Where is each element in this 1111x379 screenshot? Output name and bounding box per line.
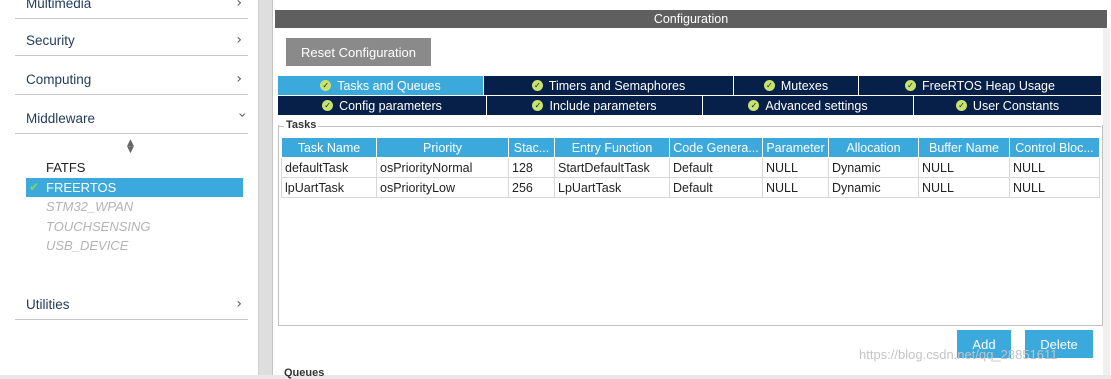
chevron-right-icon: › (236, 32, 242, 48)
tab-row-2: ✓ Config parameters ✓ Include parameters… (278, 96, 1102, 115)
watermark-text: https://blog.csdn.net/qq_28851611 (859, 347, 1058, 362)
column-header[interactable]: Stac... (508, 137, 555, 158)
tab-advanced-settings[interactable]: ✓ Advanced settings (703, 96, 914, 115)
tab-row-1: ✓ Tasks and Queues ✓ Timers and Semaphor… (278, 76, 1102, 95)
configuration-header: Configuration (275, 10, 1107, 28)
table-cell: NULL (1009, 177, 1100, 198)
middleware-item-label: USB_DEVICE (46, 238, 129, 253)
chevron-right-icon: › (236, 71, 242, 87)
vertical-scrollbar[interactable] (1103, 28, 1110, 375)
chevron-right-icon: › (236, 0, 242, 11)
table-cell: NULL (1009, 157, 1100, 178)
table-cell: lpUartTask (281, 177, 377, 198)
tab-label: Timers and Semaphores (548, 78, 686, 93)
check-circle-icon: ✓ (531, 80, 543, 91)
table-cell: defaultTask (281, 157, 377, 178)
tasks-group-title: Tasks (284, 119, 319, 131)
check-circle-icon: ✓ (748, 100, 760, 111)
column-header[interactable]: Control Bloc... (1009, 137, 1100, 158)
column-header[interactable]: Allocation (828, 137, 919, 158)
category-label: Middleware (26, 110, 96, 126)
tab-label: Tasks and Queues (337, 78, 441, 93)
table-cell: osPriorityLow (376, 177, 509, 198)
table-row[interactable]: lpUartTask osPriorityLow 256 LpUartTask … (281, 177, 1100, 198)
pane-splitter[interactable] (259, 0, 273, 375)
column-header[interactable]: Entry Function (554, 137, 670, 158)
middleware-item-stm32-wpan[interactable]: STM32_WPAN (26, 197, 243, 217)
table-cell: Dynamic (828, 157, 919, 178)
tab-label: Mutexes (780, 78, 829, 93)
table-cell: NULL (918, 157, 1010, 178)
column-header[interactable]: Parameter (762, 137, 829, 158)
check-circle-icon: ✓ (532, 100, 544, 111)
category-utilities[interactable]: Utilities › (15, 289, 248, 320)
table-header-row: Task Name Priority Stac... Entry Functio… (281, 137, 1100, 158)
category-sidebar: Multimedia › Security › Computing › Midd… (0, 0, 259, 375)
table-cell: Default (669, 177, 763, 198)
column-header[interactable]: Code Genera... (669, 137, 763, 158)
middleware-item-freertos[interactable]: ✔ FREERTOS (26, 177, 243, 197)
category-middleware[interactable]: Middleware › (15, 103, 251, 134)
check-circle-icon: ✓ (320, 80, 332, 91)
category-label: Computing (26, 71, 92, 87)
middleware-item-fatfs[interactable]: FATFS (26, 158, 243, 178)
check-icon: ✔ (29, 179, 40, 194)
tab-label: Include parameters (549, 98, 657, 113)
category-label: Security (26, 32, 75, 48)
tasks-table: Task Name Priority Stac... Entry Functio… (281, 137, 1100, 198)
tab-mutexes[interactable]: ✓ Mutexes (734, 76, 859, 95)
category-label: Multimedia (26, 0, 92, 11)
tab-freertos-heap-usage[interactable]: ✓ FreeRTOS Heap Usage (859, 76, 1102, 95)
table-cell: NULL (762, 157, 829, 178)
tab-label: Config parameters (339, 98, 442, 113)
table-cell: LpUartTask (554, 177, 670, 198)
table-cell: 128 (508, 157, 555, 178)
column-header[interactable]: Priority (376, 137, 509, 158)
chevron-right-icon: › (236, 296, 242, 312)
table-cell: NULL (762, 177, 829, 198)
middleware-item-usb-device[interactable]: USB_DEVICE (26, 236, 243, 256)
check-circle-icon: ✓ (763, 80, 775, 91)
tab-label: User Constants (972, 98, 1060, 113)
chevron-down-icon: › (234, 112, 251, 118)
queues-group-title: Queues (284, 367, 325, 379)
table-cell: StartDefaultTask (554, 157, 670, 178)
check-circle-icon: ✓ (322, 100, 334, 111)
table-row[interactable]: defaultTask osPriorityNormal 128 StartDe… (281, 157, 1100, 178)
middleware-item-label: STM32_WPAN (46, 199, 134, 214)
tab-user-constants[interactable]: ✓ User Constants (914, 96, 1102, 115)
configuration-panel: Configuration Reset Configuration ✓ Task… (273, 0, 1111, 379)
middleware-item-label: FREERTOS (46, 179, 117, 195)
tab-include-parameters[interactable]: ✓ Include parameters (487, 96, 703, 115)
column-header[interactable]: Buffer Name (918, 137, 1010, 158)
category-computing[interactable]: Computing › (15, 64, 248, 95)
table-cell: Dynamic (828, 177, 919, 198)
tab-label: FreeRTOS Heap Usage (922, 78, 1055, 93)
tab-label: Advanced settings (765, 98, 868, 113)
category-security[interactable]: Security › (15, 25, 248, 56)
middleware-item-label: FATFS (46, 160, 86, 175)
sort-icon[interactable]: ▲ ▼ (127, 139, 134, 155)
middleware-item-label: TOUCHSENSING (46, 218, 151, 234)
table-cell: Default (669, 157, 763, 178)
table-cell: 256 (508, 177, 555, 198)
tab-timers-and-semaphores[interactable]: ✓ Timers and Semaphores (484, 76, 734, 95)
category-label: Utilities (26, 296, 70, 312)
table-cell: NULL (918, 177, 1010, 198)
middleware-list: FATFS ✔ FREERTOS STM32_WPAN TOUCHSENSING… (26, 158, 243, 256)
column-header[interactable]: Task Name (281, 137, 377, 158)
check-circle-icon: ✓ (905, 80, 917, 91)
check-circle-icon: ✓ (955, 100, 967, 111)
tab-config-parameters[interactable]: ✓ Config parameters (278, 96, 487, 115)
tab-tasks-and-queues[interactable]: ✓ Tasks and Queues (278, 76, 484, 95)
table-cell: osPriorityNormal (376, 157, 509, 178)
middleware-item-touchsensing[interactable]: TOUCHSENSING (26, 217, 243, 237)
category-multimedia[interactable]: Multimedia › (15, 0, 248, 19)
reset-configuration-button[interactable]: Reset Configuration (286, 38, 431, 66)
